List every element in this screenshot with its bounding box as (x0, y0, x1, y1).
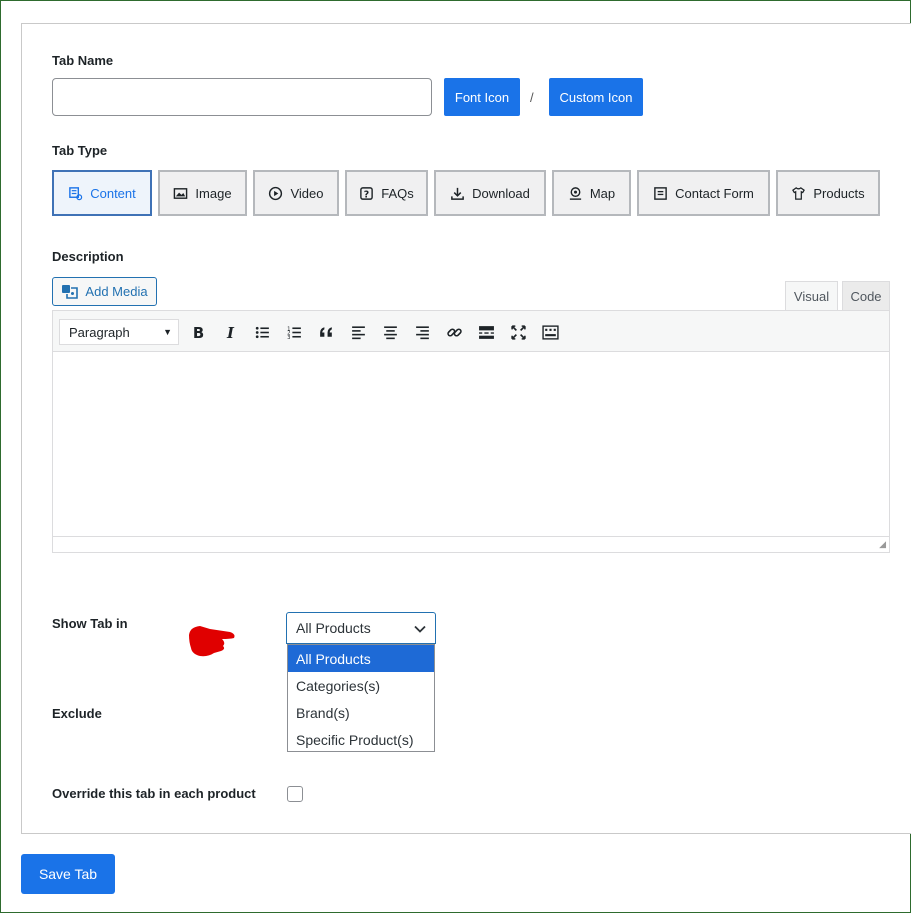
font-icon-button[interactable]: Font Icon (444, 78, 520, 116)
option-categories[interactable]: Categories(s) (288, 672, 434, 699)
read-more-icon[interactable] (476, 322, 496, 342)
pointing-hand-icon (189, 626, 235, 657)
tab-type-products[interactable]: Products (776, 170, 880, 216)
tab-type-faqs[interactable]: ? FAQs (345, 170, 428, 216)
save-tab-button[interactable]: Save Tab (21, 854, 115, 894)
tab-type-faqs-label: FAQs (381, 185, 414, 201)
italic-icon[interactable]: I (220, 322, 240, 342)
tab-type-products-label: Products (813, 185, 865, 201)
tab-type-content[interactable]: Content (52, 170, 152, 216)
format-select-value: Paragraph (69, 324, 130, 340)
option-brands[interactable]: Brand(s) (288, 699, 434, 726)
bold-icon[interactable]: B (188, 322, 208, 342)
chevron-down-icon (414, 625, 426, 633)
tab-type-download-label: Download (472, 185, 530, 201)
description-editor[interactable]: Paragraph ▼ B I 123 ◢ (52, 310, 890, 553)
svg-text:?: ? (364, 189, 369, 200)
play-circle-icon (269, 186, 283, 200)
editor-toolbar: Paragraph ▼ B I 123 (53, 311, 889, 352)
align-center-icon[interactable] (380, 322, 400, 342)
override-checkbox[interactable] (287, 786, 303, 802)
tab-type-image[interactable]: Image (158, 170, 247, 216)
editor-tab-code[interactable]: Code (842, 281, 890, 311)
custom-icon-button[interactable]: Custom Icon (549, 78, 643, 116)
content-icon (69, 186, 83, 200)
tab-type-video-label: Video (290, 185, 324, 201)
svg-text:B: B (192, 324, 203, 341)
description-label: Description (52, 249, 124, 264)
override-label: Override this tab in each product (52, 786, 256, 801)
add-media-button[interactable]: Add Media (52, 277, 157, 306)
question-box-icon: ? (360, 186, 374, 200)
tab-type-download[interactable]: Download (434, 170, 546, 216)
tab-type-contact-form-label: Contact Form (675, 185, 754, 201)
resize-handle-icon[interactable]: ◢ (879, 539, 886, 550)
option-all-products[interactable]: All Products (288, 645, 434, 672)
editor-statusbar: ◢ (53, 536, 889, 552)
editor-tab-visual[interactable]: Visual (785, 281, 838, 311)
numbered-list-icon[interactable]: 123 (284, 322, 304, 342)
fullscreen-icon[interactable] (508, 322, 528, 342)
show-tab-select[interactable]: All Products (286, 612, 436, 644)
svg-text:I: I (226, 324, 235, 341)
image-icon (174, 187, 188, 199)
bullet-list-icon[interactable] (252, 322, 272, 342)
align-left-icon[interactable] (348, 322, 368, 342)
tab-type-content-label: Content (90, 185, 136, 201)
map-pin-icon (569, 186, 581, 200)
show-tab-dropdown: All Products Categories(s) Brand(s) Spec… (287, 644, 435, 752)
download-icon (451, 187, 464, 200)
show-tab-label: Show Tab in (52, 616, 128, 631)
tab-type-video[interactable]: Video (253, 170, 339, 216)
format-select[interactable]: Paragraph ▼ (59, 319, 179, 345)
tab-name-input[interactable] (52, 78, 432, 116)
tab-name-label: Tab Name (52, 53, 114, 68)
tab-type-contact-form[interactable]: Contact Form (637, 170, 770, 216)
media-icon (62, 284, 79, 299)
svg-text:3: 3 (287, 334, 290, 340)
show-tab-select-value: All Products (296, 620, 371, 636)
toolbar-toggle-icon[interactable] (540, 322, 560, 342)
tab-type-image-label: Image (195, 185, 232, 201)
blockquote-icon[interactable] (316, 322, 336, 342)
tab-type-map-label: Map (589, 185, 616, 201)
link-icon[interactable] (444, 322, 464, 342)
add-media-label: Add Media (85, 284, 148, 299)
separator: / (530, 90, 534, 105)
align-right-icon[interactable] (412, 322, 432, 342)
exclude-label: Exclude (52, 706, 102, 721)
option-specific-products[interactable]: Specific Product(s) (288, 726, 434, 753)
tab-type-map[interactable]: Map (552, 170, 631, 216)
caret-down-icon: ▼ (163, 327, 172, 337)
form-icon (654, 186, 667, 200)
tab-type-label: Tab Type (52, 143, 108, 158)
shirt-icon (792, 186, 806, 200)
